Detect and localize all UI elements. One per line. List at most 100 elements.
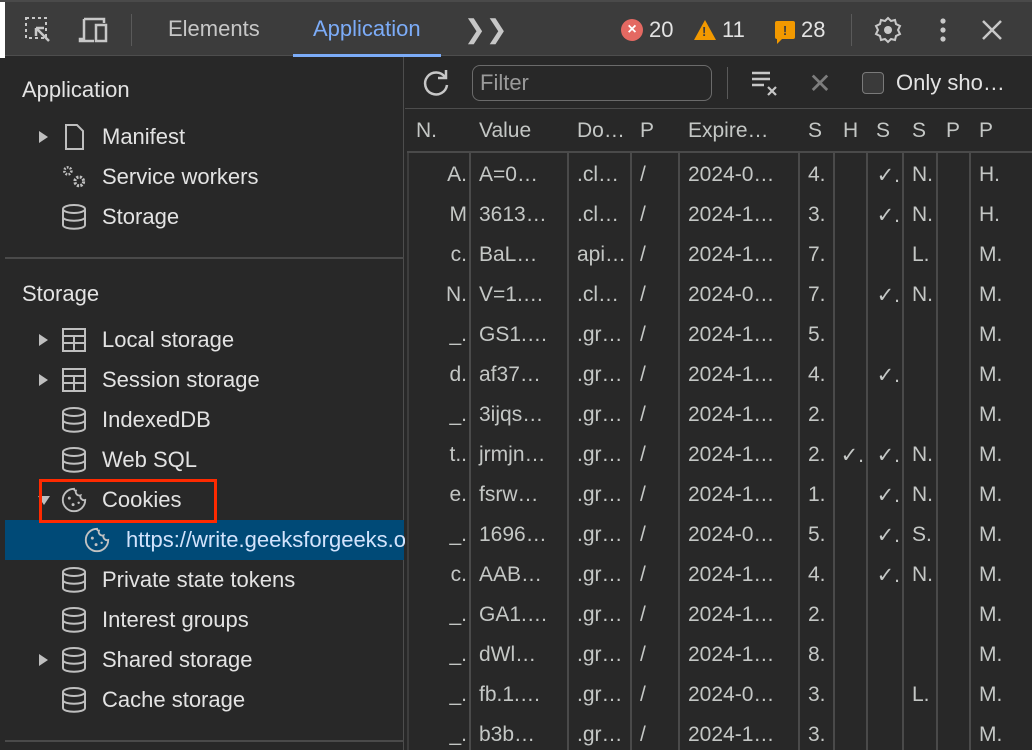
column-header-path[interactable]: P: [632, 111, 678, 151]
cell-samesite: [904, 315, 936, 355]
close-devtools-icon[interactable]: [976, 14, 1008, 46]
column-header-samesite[interactable]: S: [904, 111, 936, 151]
table-row[interactable]: _. b3b… .gr… / 2024-1… 3. M.: [407, 715, 1032, 750]
issue-icon: !: [775, 21, 795, 44]
cell-name: t..: [449, 443, 467, 466]
sidebar-item-web-sql[interactable]: Web SQL: [5, 440, 404, 480]
cell-samesite: L.: [912, 243, 930, 266]
table-row[interactable]: _. fb.1.… .gr… / 2024-0… 3. L. M.: [407, 675, 1032, 715]
issues-badge[interactable]: ! 28: [775, 16, 825, 44]
cell-expires: 2024-1…: [688, 563, 775, 586]
sidebar-item-storage[interactable]: Storage: [5, 197, 404, 237]
cell-httponly: [835, 355, 866, 395]
cell-secure: [868, 235, 902, 275]
only-show-issues-checkbox[interactable]: [862, 72, 884, 94]
column-header-domain[interactable]: Do…: [569, 111, 630, 151]
table-row[interactable]: c. AAB… .gr… / 2024-1… 4. ✓. N. M.: [407, 555, 1032, 595]
sidebar-item-interest-groups[interactable]: Interest groups: [5, 600, 404, 640]
error-icon: ×: [621, 19, 643, 41]
expand-arrow-icon[interactable]: [39, 131, 48, 143]
sidebar-item-shared-storage[interactable]: Shared storage: [5, 640, 404, 680]
errors-badge[interactable]: × 20: [621, 16, 673, 44]
refresh-icon[interactable]: [419, 67, 453, 99]
cell-path: /: [640, 483, 646, 506]
column-header-name[interactable]: N.: [408, 111, 469, 151]
cell-path: /: [640, 243, 646, 266]
expand-arrow-icon[interactable]: [39, 334, 48, 346]
tab-application[interactable]: Application: [293, 2, 441, 57]
table-row[interactable]: M 3613… .cl… / 2024-1… 3. ✓. N. H.: [407, 195, 1032, 235]
cell-expires: 2024-0…: [688, 283, 775, 306]
cell-value: af37…: [479, 363, 541, 386]
cell-value: fb.1.…: [479, 683, 541, 706]
table-row[interactable]: _. 1696… .gr… / 2024-0… 5. ✓. S. M.: [407, 515, 1032, 555]
table-row[interactable]: e. fsrw… .gr… / 2024-1… 1. ✓. N. M.: [407, 475, 1032, 515]
more-tabs-button[interactable]: ❯❯: [464, 2, 508, 56]
cell-name: _.: [449, 403, 467, 426]
cell-value: 3ijqs…: [479, 403, 544, 426]
sidebar-item-manifest[interactable]: Manifest: [5, 117, 404, 157]
column-header-httponly[interactable]: H: [835, 111, 866, 151]
column-header-partition-key[interactable]: P: [938, 111, 969, 151]
column-header-value[interactable]: Value: [471, 111, 567, 151]
sidebar-item-service-workers[interactable]: Service workers: [5, 157, 404, 197]
cell-size: 4.: [808, 363, 826, 386]
cell-size: 5.: [808, 323, 826, 346]
cell-size: 8.: [808, 643, 826, 666]
settings-gear-icon[interactable]: [872, 14, 904, 46]
table-row[interactable]: A. A=0… .cl… / 2024-0… 4. ✓. N. H.: [407, 155, 1032, 195]
cell-httponly: [835, 635, 866, 675]
cell-size: 7.: [808, 283, 826, 306]
expand-arrow-icon[interactable]: [39, 654, 48, 666]
sidebar-item-session-storage[interactable]: Session storage: [5, 360, 404, 400]
cell-httponly: [835, 595, 866, 635]
table-row[interactable]: _. GS1.… .gr… / 2024-1… 5. M.: [407, 315, 1032, 355]
cell-samesite: N.: [912, 283, 933, 306]
cell-secure: [868, 675, 902, 715]
cell-partition-key: [938, 515, 969, 555]
cell-httponly: [835, 315, 866, 355]
column-header-priority[interactable]: P: [971, 111, 1031, 151]
column-header-secure[interactable]: S: [868, 111, 902, 151]
database-icon: [60, 406, 88, 434]
warnings-badge[interactable]: ! 11: [694, 16, 745, 44]
table-row[interactable]: _. dWl… .gr… / 2024-1… 8. M.: [407, 635, 1032, 675]
filter-input[interactable]: [472, 65, 712, 101]
table-row[interactable]: N. V=1.… .cl… / 2024-0… 7. ✓. N. M.: [407, 275, 1032, 315]
cell-expires: 2024-1…: [688, 603, 775, 626]
cell-domain: .gr…: [577, 363, 623, 386]
sidebar-item-private-state-tokens[interactable]: Private state tokens: [5, 560, 404, 600]
sidebar-item-indexeddb[interactable]: IndexedDB: [5, 400, 404, 440]
column-header-size[interactable]: S: [800, 111, 833, 151]
expand-arrow-icon[interactable]: [39, 374, 48, 386]
cell-path: /: [640, 443, 646, 466]
sidebar-item-cookie-origin[interactable]: https://write.geeksforgeeks.org: [5, 520, 426, 560]
cell-path: /: [640, 603, 646, 626]
cell-httponly: [835, 555, 866, 595]
table-row[interactable]: _. GA1.… .gr… / 2024-1… 2. M.: [407, 595, 1032, 635]
table-row[interactable]: _. 3ijqs… .gr… / 2024-1… 2. M.: [407, 395, 1032, 435]
cell-priority: M.: [979, 723, 1003, 746]
cell-value: fsrw…: [479, 483, 539, 506]
cell-partition-key: [938, 555, 969, 595]
device-toolbar-icon[interactable]: [78, 14, 110, 46]
section-title-storage: Storage: [22, 281, 100, 306]
tab-elements[interactable]: Elements: [168, 2, 260, 56]
cell-samesite: [904, 635, 936, 675]
delete-selected-icon[interactable]: ✕: [805, 67, 835, 99]
table-row[interactable]: d. af37… .gr… / 2024-1… 4. ✓. M.: [407, 355, 1032, 395]
cell-value: jrmjn…: [479, 443, 546, 466]
cell-path: /: [640, 643, 646, 666]
table-row[interactable]: c. BaL… api… / 2024-1… 7. L. M.: [407, 235, 1032, 275]
sidebar-item-cache-storage[interactable]: Cache storage: [5, 680, 404, 720]
sidebar-item-local-storage[interactable]: Local storage: [5, 320, 404, 360]
inspect-element-icon[interactable]: [22, 14, 54, 46]
cell-expires: 2024-0…: [688, 683, 775, 706]
clear-filtered-cookies-icon[interactable]: [748, 67, 782, 99]
column-header-expires[interactable]: Expire…: [680, 111, 798, 151]
cell-value: 1696…: [479, 523, 547, 546]
more-options-icon[interactable]: [927, 14, 959, 46]
table-row[interactable]: t.. jrmjn… .gr… / 2024-1… 2. ✓. ✓. N. M.: [407, 435, 1032, 475]
errors-count: 20: [649, 17, 674, 42]
cell-name: _.: [449, 523, 467, 546]
